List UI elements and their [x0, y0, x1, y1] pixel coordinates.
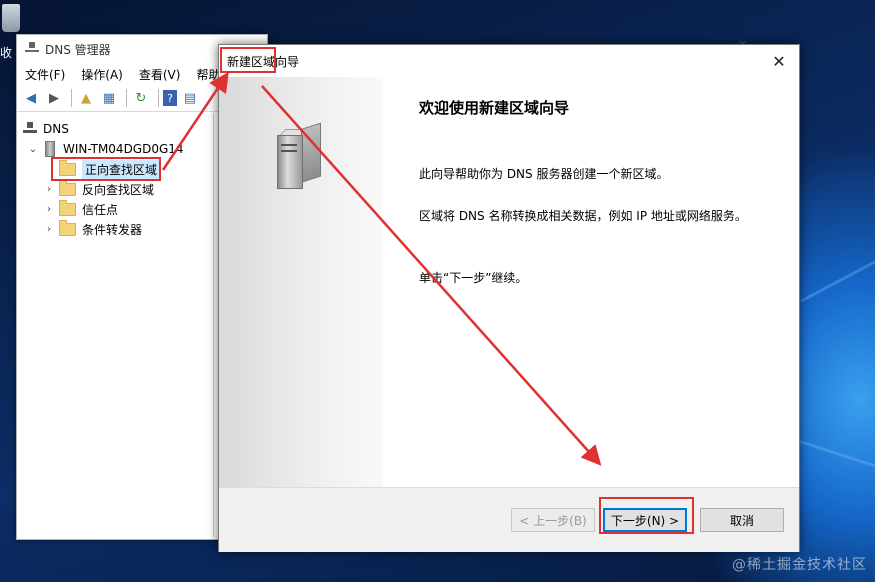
tree-label: 反向查找区域: [82, 182, 155, 197]
wizard-description-text: 区域将 DNS 名称转换成相关数据，例如 IP 地址或网络服务。: [419, 209, 747, 223]
tree-node-dns[interactable]: DNS: [17, 119, 213, 139]
toolbar-separator: [126, 89, 127, 107]
highlight-wizard-title: [220, 47, 276, 73]
dns-manager-title: DNS 管理器: [45, 42, 111, 57]
wizard-side-banner: [219, 77, 383, 487]
highlight-forward-zones: [51, 157, 161, 181]
folder-icon: [59, 199, 76, 216]
up-folder-icon[interactable]: ▲: [76, 88, 96, 108]
tree-node-reverse-lookup-zones[interactable]: › 反向查找区域: [17, 179, 213, 199]
tree-node-trust-points[interactable]: › 信任点: [17, 199, 213, 219]
highlight-next-button: [599, 497, 694, 534]
folder-icon: [59, 219, 76, 236]
tree-label: DNS: [43, 122, 69, 136]
folder-icon: [59, 179, 76, 196]
wizard-continue-text: 单击“下一步”继续。: [419, 271, 528, 285]
wizard-content: 欢迎使用新建区域向导 此向导帮助你为 DNS 服务器创建一个新区域。 区域将 D…: [419, 77, 779, 285]
new-zone-wizard-dialog: 新建区域向导 ✕ 欢迎使用新建区域向导 此向导帮助你为 DNS 服务器创建一个新…: [218, 44, 800, 552]
chevron-right-icon[interactable]: ›: [43, 204, 55, 215]
tree-label: WIN-TM04DGD0G14: [63, 142, 184, 156]
dns-icon: [23, 122, 37, 136]
server-tower-icon: [269, 122, 325, 189]
help-icon[interactable]: ?: [163, 90, 177, 106]
cancel-button[interactable]: 取消: [700, 508, 784, 532]
close-icon[interactable]: ✕: [759, 52, 799, 71]
dns-icon: [25, 42, 39, 56]
chevron-down-icon[interactable]: ⌄: [27, 144, 39, 155]
back-arrow-icon[interactable]: ◀: [21, 88, 41, 108]
tree-node-conditional-forwarders[interactable]: › 条件转发器: [17, 219, 213, 239]
forward-arrow-icon[interactable]: ▶: [44, 88, 64, 108]
light-beam: [799, 440, 875, 471]
wizard-heading: 欢迎使用新建区域向导: [419, 99, 570, 117]
toolbar-separator: [71, 89, 72, 107]
chevron-right-icon[interactable]: ›: [43, 224, 55, 235]
menu-file[interactable]: 文件(F): [25, 66, 65, 83]
recycle-bin-label: 收: [0, 46, 13, 60]
tree-label: 信任点: [82, 202, 119, 217]
toolbar-separator: [158, 89, 159, 107]
menu-view[interactable]: 查看(V): [139, 66, 181, 83]
wizard-intro-text: 此向导帮助你为 DNS 服务器创建一个新区域。: [419, 167, 669, 181]
chevron-right-icon[interactable]: ›: [43, 184, 55, 195]
light-beam: [800, 257, 875, 303]
tree-node-server[interactable]: ⌄ WIN-TM04DGD0G14: [17, 139, 213, 159]
show-tree-icon[interactable]: ▦: [99, 88, 119, 108]
menu-help[interactable]: 帮助: [196, 66, 220, 83]
server-icon: [45, 141, 55, 157]
wizard-button-bar: < 上一步(B) 下一步(N) > 取消: [219, 487, 799, 552]
wizard-titlebar[interactable]: 新建区域向导 ✕: [219, 45, 799, 78]
tree-label: 条件转发器: [82, 222, 143, 237]
back-button[interactable]: < 上一步(B): [511, 508, 595, 532]
refresh-icon[interactable]: ↻: [131, 88, 151, 108]
watermark: @稀土掘金技术社区: [732, 557, 867, 573]
properties-icon[interactable]: ▤: [180, 88, 200, 108]
recycle-bin-graphic: [2, 4, 20, 32]
menu-action[interactable]: 操作(A): [81, 66, 123, 83]
